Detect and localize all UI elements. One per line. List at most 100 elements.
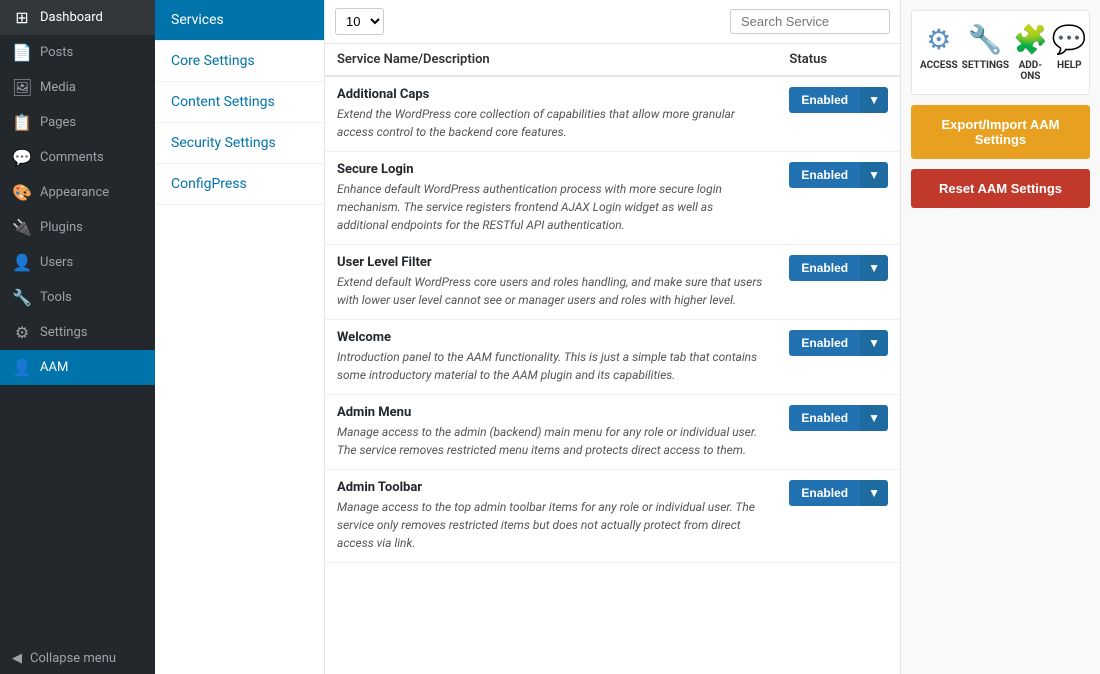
enabled-button[interactable]: Enabled <box>789 162 860 188</box>
sidebar-item-users[interactable]: 👤 Users <box>0 245 155 280</box>
enabled-button[interactable]: Enabled <box>789 480 860 506</box>
service-name: Secure Login <box>337 162 765 177</box>
toggle-button[interactable]: ▼ <box>860 480 888 506</box>
sidebar-item-aam[interactable]: 👤 AAM <box>0 350 155 385</box>
reset-settings-button[interactable]: Reset AAM Settings <box>911 169 1090 208</box>
service-name: User Level Filter <box>337 255 765 270</box>
status-wrapper: Enabled ▼ <box>789 87 888 113</box>
service-cell: Admin Menu Manage access to the admin (b… <box>325 395 777 470</box>
left-nav-services[interactable]: Services <box>155 0 324 41</box>
sidebar-item-label: Appearance <box>40 185 109 200</box>
icon-access[interactable]: ⚙ ACCESS <box>920 23 958 82</box>
icon-grid: ⚙ ACCESS 🔧 SETTINGS 🧩 ADD-ONS 💬 HELP <box>911 10 1090 95</box>
service-desc: Extend default WordPress core users and … <box>337 275 762 307</box>
per-page-select[interactable]: 10 25 50 <box>335 8 384 35</box>
status-wrapper: Enabled ▼ <box>789 255 888 281</box>
icon-addons[interactable]: 🧩 ADD-ONS <box>1013 23 1048 82</box>
status-wrapper: Enabled ▼ <box>789 330 888 356</box>
sidebar-item-appearance[interactable]: 🎨 Appearance <box>0 175 155 210</box>
appearance-icon: 🎨 <box>12 183 32 202</box>
access-label: ACCESS <box>920 60 958 71</box>
table-row: Admin Menu Manage access to the admin (b… <box>325 395 900 470</box>
service-desc: Manage access to the admin (backend) mai… <box>337 425 757 457</box>
settings-gear-icon: 🔧 <box>968 23 1003 56</box>
sidebar-item-label: Pages <box>40 115 76 130</box>
status-cell: Enabled ▼ <box>777 76 900 152</box>
sidebar-item-comments[interactable]: 💬 Comments <box>0 140 155 175</box>
sidebar-item-dashboard[interactable]: ⊞ Dashboard <box>0 0 155 35</box>
service-cell: Secure Login Enhance default WordPress a… <box>325 152 777 245</box>
service-name: Welcome <box>337 330 765 345</box>
left-nav-content-settings[interactable]: Content Settings <box>155 82 324 123</box>
status-cell: Enabled ▼ <box>777 395 900 470</box>
center-top-bar: 10 25 50 <box>325 0 900 44</box>
icon-settings[interactable]: 🔧 SETTINGS <box>962 23 1009 82</box>
users-icon: 👤 <box>12 253 32 272</box>
left-nav-panel: Services Core Settings Content Settings … <box>155 0 325 674</box>
addons-icon: 🧩 <box>1013 23 1048 56</box>
sidebar-item-posts[interactable]: 📄 Posts <box>0 35 155 70</box>
status-cell: Enabled ▼ <box>777 320 900 395</box>
toggle-button[interactable]: ▼ <box>860 87 888 113</box>
enabled-button[interactable]: Enabled <box>789 87 860 113</box>
access-icon: ⚙ <box>926 23 951 56</box>
table-row: Welcome Introduction panel to the AAM fu… <box>325 320 900 395</box>
status-cell: Enabled ▼ <box>777 152 900 245</box>
sidebar-item-plugins[interactable]: 🔌 Plugins <box>0 210 155 245</box>
sidebar-item-label: Plugins <box>40 220 83 235</box>
status-cell: Enabled ▼ <box>777 245 900 320</box>
enabled-button[interactable]: Enabled <box>789 405 860 431</box>
sidebar-item-label: Tools <box>40 290 72 305</box>
tools-icon: 🔧 <box>12 288 32 307</box>
enabled-button[interactable]: Enabled <box>789 255 860 281</box>
center-panel: 10 25 50 Service Name/Description Status… <box>325 0 900 674</box>
comments-icon: 💬 <box>12 148 32 167</box>
search-input[interactable] <box>730 9 890 34</box>
pages-icon: 📋 <box>12 113 32 132</box>
service-name: Additional Caps <box>337 87 765 102</box>
sidebar-item-tools[interactable]: 🔧 Tools <box>0 280 155 315</box>
sidebar-item-label: Dashboard <box>40 10 103 25</box>
help-icon: 💬 <box>1052 23 1087 56</box>
left-nav-core-settings[interactable]: Core Settings <box>155 41 324 82</box>
enabled-button[interactable]: Enabled <box>789 330 860 356</box>
sidebar-item-media[interactable]: 🖼 Media <box>0 70 155 105</box>
service-name: Admin Toolbar <box>337 480 765 495</box>
main-area: Services Core Settings Content Settings … <box>155 0 1100 674</box>
toggle-button[interactable]: ▼ <box>860 162 888 188</box>
sidebar: ⊞ Dashboard 📄 Posts 🖼 Media 📋 Pages 💬 Co… <box>0 0 155 674</box>
service-desc: Extend the WordPress core collection of … <box>337 107 735 139</box>
collapse-menu[interactable]: ◀ Collapse menu <box>0 643 155 674</box>
collapse-icon: ◀ <box>12 651 22 666</box>
help-label: HELP <box>1057 60 1082 71</box>
settings-label: SETTINGS <box>962 60 1009 71</box>
service-desc: Introduction panel to the AAM functional… <box>337 350 757 382</box>
posts-icon: 📄 <box>12 43 32 62</box>
left-nav-configpress[interactable]: ConfigPress <box>155 164 324 205</box>
service-cell: Welcome Introduction panel to the AAM fu… <box>325 320 777 395</box>
toggle-button[interactable]: ▼ <box>860 405 888 431</box>
service-cell: User Level Filter Extend default WordPre… <box>325 245 777 320</box>
service-desc: Enhance default WordPress authentication… <box>337 182 722 232</box>
col-header-status: Status <box>777 44 900 76</box>
status-wrapper: Enabled ▼ <box>789 405 888 431</box>
right-panel: ⚙ ACCESS 🔧 SETTINGS 🧩 ADD-ONS 💬 HELP Exp… <box>900 0 1100 674</box>
sidebar-item-pages[interactable]: 📋 Pages <box>0 105 155 140</box>
toggle-button[interactable]: ▼ <box>860 330 888 356</box>
table-row: Admin Toolbar Manage access to the top a… <box>325 470 900 563</box>
left-nav-security-settings[interactable]: Security Settings <box>155 123 324 164</box>
sidebar-item-label: Media <box>40 80 76 95</box>
media-icon: 🖼 <box>12 78 32 97</box>
sidebar-item-settings[interactable]: ⚙ Settings <box>0 315 155 350</box>
export-import-button[interactable]: Export/Import AAM Settings <box>911 105 1090 159</box>
toggle-button[interactable]: ▼ <box>860 255 888 281</box>
services-table: Service Name/Description Status Addition… <box>325 44 900 563</box>
aam-icon: 👤 <box>12 358 32 377</box>
sidebar-item-label: Settings <box>40 325 87 340</box>
sidebar-item-label: AAM <box>40 360 68 375</box>
status-wrapper: Enabled ▼ <box>789 480 888 506</box>
settings-icon: ⚙ <box>12 323 32 342</box>
icon-help[interactable]: 💬 HELP <box>1052 23 1087 82</box>
sidebar-item-label: Users <box>40 255 73 270</box>
service-name: Admin Menu <box>337 405 765 420</box>
